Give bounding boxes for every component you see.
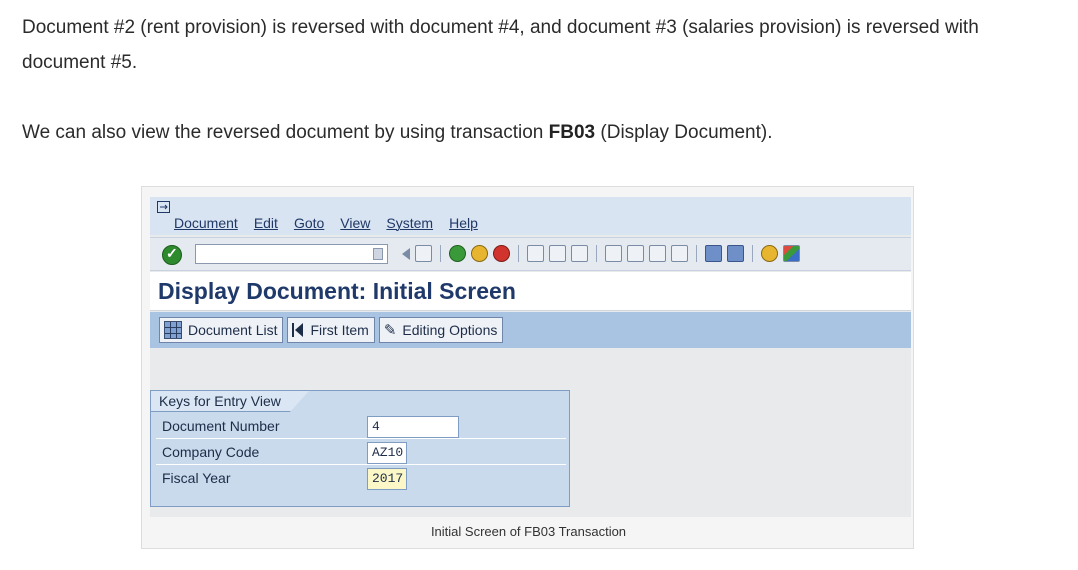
document-number-label: Document Number [162,418,280,434]
menu-view[interactable]: View [340,215,370,231]
fiscal-year-label: Fiscal Year [162,470,231,486]
first-item-icon [292,323,304,337]
document-number-field[interactable]: 4 [367,416,459,438]
keys-for-entry-view-box: Keys for Entry View Document Number 4 Co… [150,390,570,507]
pencil-icon: ✎ [383,321,397,339]
standard-toolbar [150,237,911,271]
menu-edit[interactable]: Edit [254,215,278,231]
company-code-row: Company Code AZ10 [156,441,566,465]
fb03-paragraph: We can also view the reversed document b… [22,115,773,150]
screen-title: Display Document: Initial Screen [158,278,516,304]
fb03-text-before: We can also view the reversed document b… [22,122,549,143]
first-item-button[interactable]: First Item [287,317,375,343]
sap-menu-icon[interactable] [157,201,171,213]
menu-goto[interactable]: Goto [294,215,324,231]
document-list-icon [164,321,182,339]
toolbar-separator [518,245,519,262]
layout-menu-icon[interactable] [783,245,800,262]
figure-caption: Initial Screen of FB03 Transaction [430,524,627,539]
fb03-transaction-code: FB03 [548,122,596,143]
command-field[interactable] [195,244,388,265]
application-buttons: Document List First Item ✎ Editing Optio… [159,317,504,343]
exit-icon[interactable] [471,245,488,262]
screenshot-figure: Document Edit Goto View System Help ✓ Di… [141,186,914,549]
find-icon[interactable] [549,245,566,262]
first-item-label: First Item [310,322,369,338]
editing-options-button[interactable]: ✎ Editing Options [378,317,504,343]
back-icon[interactable] [449,245,466,262]
application-toolbar: Document List First Item ✎ Editing Optio… [150,312,911,348]
title-bar: Display Document: Initial Screen [150,272,911,311]
find-next-icon[interactable] [571,245,588,262]
command-input[interactable] [196,245,370,265]
intro-paragraph: Document #2 (rent provision) is reversed… [22,17,979,73]
fiscal-year-field[interactable]: 2017 [367,468,407,490]
document-list-button[interactable]: Document List [159,317,284,343]
print-icon[interactable] [527,245,544,262]
previous-page-icon[interactable] [627,245,644,262]
next-page-icon[interactable] [649,245,666,262]
menu-system[interactable]: System [386,215,433,231]
first-page-icon[interactable] [605,245,622,262]
last-page-icon[interactable] [671,245,688,262]
toolbar-separator [596,245,597,262]
menu-document[interactable]: Document [174,215,238,231]
fb03-text-after: (Display Document). [595,122,773,143]
toolbar-separator [440,245,441,262]
command-history-dropdown-icon[interactable] [373,248,383,260]
menu-bar: Document Edit Goto View System Help [150,197,911,235]
collapse-command-icon[interactable] [402,247,410,260]
shortcut-icon[interactable] [727,245,744,262]
sap-window: Document Edit Goto View System Help ✓ Di… [150,197,911,517]
menu-items: Document Edit Goto View System Help [174,215,478,231]
company-code-label: Company Code [162,444,260,460]
enter-icon[interactable] [162,245,182,265]
toolbar-separator [752,245,753,262]
menu-help[interactable]: Help [449,215,478,231]
help-icon[interactable] [761,245,778,262]
editing-options-label: Editing Options [402,322,498,338]
create-session-icon[interactable] [705,245,722,262]
document-list-label: Document List [188,322,278,338]
company-code-field[interactable]: AZ10 [367,442,407,464]
toolbar-separator [696,245,697,262]
toolbar-icons [402,245,800,262]
save-icon[interactable] [415,245,432,262]
document-number-row: Document Number 4 [156,415,566,439]
fiscal-year-row: Fiscal Year 2017 [156,467,566,491]
cancel-icon[interactable] [493,245,510,262]
keys-section-title: Keys for Entry View [150,390,310,412]
